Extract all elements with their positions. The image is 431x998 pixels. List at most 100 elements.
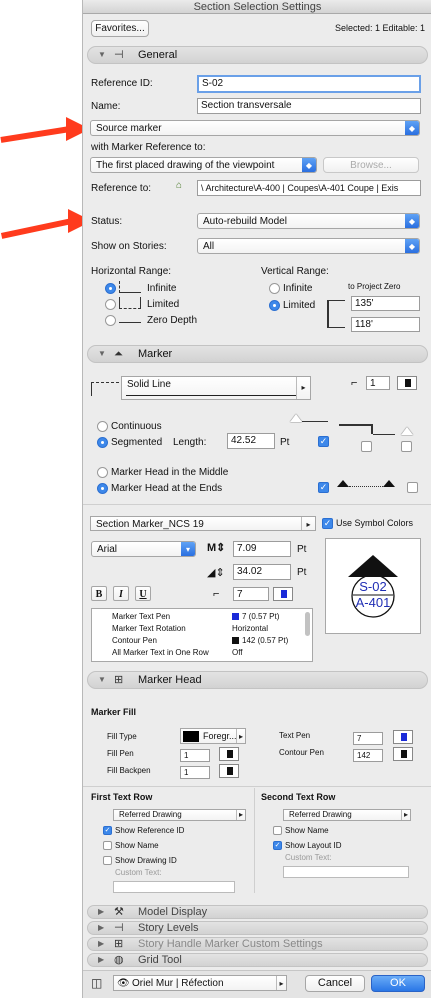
favorites-button[interactable]: Favorites... — [91, 20, 149, 37]
h-limited-radio[interactable] — [105, 299, 116, 310]
head-ends-preview-icon — [337, 480, 397, 488]
segmented-radio[interactable] — [97, 437, 108, 448]
name-input[interactable]: Section transversale — [197, 98, 421, 114]
length-label: Length: — [173, 437, 207, 448]
head-ends-radio[interactable] — [97, 483, 108, 494]
marker-icon: ⏶ — [114, 348, 123, 360]
show-name-2-checkbox[interactable] — [273, 826, 282, 835]
segment-start-checkbox[interactable]: ✓ — [318, 436, 329, 447]
divider — [83, 786, 431, 787]
line-type-select[interactable]: Solid Line ▸ — [121, 376, 311, 400]
text-pen-swatch[interactable] — [273, 587, 293, 601]
chevron-updown-icon: ◆ — [405, 121, 419, 135]
section-grid-tool[interactable]: ▶ ◍ Grid Tool — [87, 953, 428, 967]
reference-id-input[interactable]: S-02 — [197, 75, 421, 93]
head-ends-checkbox[interactable]: ✓ — [318, 482, 329, 493]
section-general[interactable]: ▼ ⊣ General — [87, 46, 428, 64]
fill-backpen-input[interactable]: 1 — [180, 766, 210, 779]
text-pen-label: Text Pen — [279, 731, 311, 740]
cancel-button[interactable]: Cancel — [305, 975, 365, 992]
v-top-input[interactable]: 135' — [351, 296, 420, 311]
show-on-stories-select[interactable]: All ◆ — [197, 238, 420, 254]
v-limited-radio[interactable] — [269, 300, 280, 311]
v-infinite-radio[interactable] — [269, 283, 280, 294]
custom-text-2-input[interactable] — [283, 866, 409, 878]
head-middle-radio[interactable] — [97, 467, 108, 478]
custom-text-1-input[interactable] — [113, 881, 235, 893]
segment-mid-checkbox[interactable] — [361, 441, 372, 452]
text-height-input[interactable]: 7.09 — [233, 541, 291, 557]
expanded-triangle-icon: ▼ — [98, 50, 106, 59]
first-text-row-title: First Text Row — [91, 792, 153, 802]
v-bottom-input[interactable]: 118' — [351, 317, 420, 332]
expanded-triangle-icon: ▼ — [98, 349, 106, 358]
contour-pen-swatch[interactable] — [393, 747, 413, 761]
status-label: Status: — [91, 216, 123, 227]
browse-button[interactable]: Browse... — [323, 157, 419, 173]
marker-props-list[interactable]: Marker Text Pen 7 (0.57 Pt) Marker Text R… — [91, 608, 313, 662]
head-text-pen-swatch[interactable] — [393, 730, 413, 744]
text-pen-input[interactable]: 7 — [233, 587, 269, 601]
symbol-select[interactable]: Section Marker_NCS 19 ▸ — [90, 516, 316, 531]
use-symbol-colors-checkbox[interactable]: ✓ — [322, 518, 333, 529]
layer-select[interactable]: 👁 Oriel Mur | Réfection ▸ — [113, 975, 287, 991]
chevron-updown-icon: ◆ — [302, 158, 316, 172]
segment-end-line-icon — [373, 434, 395, 435]
marker-size-input[interactable]: 34.02 — [233, 564, 291, 580]
chevron-right-icon: ▸ — [296, 377, 310, 399]
show-name-2-label: Show Name — [285, 826, 329, 835]
marker-fill-title: Marker Fill — [91, 707, 137, 717]
head-text-pen-input[interactable]: 7 — [353, 732, 383, 745]
length-input[interactable]: 42.52 — [227, 433, 275, 449]
section-story-handle[interactable]: ▶ ⊞ Story Handle Marker Custom Settings — [87, 937, 428, 951]
status-select[interactable]: Auto-rebuild Model ◆ — [197, 213, 420, 229]
chevron-right-icon: ▸ — [236, 729, 245, 743]
segment-end-triangle-icon — [401, 427, 413, 435]
show-name-1-checkbox[interactable] — [103, 841, 112, 850]
second-text-row-select[interactable]: Referred Drawing ▸ — [283, 809, 411, 821]
continuous-label: Continuous — [111, 421, 162, 432]
section-story-levels[interactable]: ▶ ⊣ Story Levels — [87, 921, 428, 935]
list-scrollbar[interactable] — [305, 612, 310, 636]
marker-reference-select[interactable]: The first placed drawing of the viewpoin… — [90, 157, 317, 173]
h-zero-depth-radio[interactable] — [105, 315, 116, 326]
fill-type-select[interactable]: Foregr... ▸ — [180, 728, 246, 744]
show-drawing-id-checkbox[interactable] — [103, 856, 112, 865]
section-tool-icon: ⊣ — [114, 49, 124, 61]
first-text-row-select[interactable]: Referred Drawing ▸ — [113, 809, 246, 821]
preview-bottom-text: A-401 — [355, 595, 391, 610]
section-model-display[interactable]: ▶ ⚒ Model Display — [87, 905, 428, 919]
section-marker[interactable]: ▼ ⏶ Marker — [87, 345, 428, 363]
segment-end-checkbox[interactable] — [401, 441, 412, 452]
v-infinite-label: Infinite — [283, 283, 313, 294]
horizontal-range-label: Horizontal Range: — [91, 266, 172, 277]
line-pen-swatch[interactable] — [397, 376, 417, 390]
head-ends-right-checkbox[interactable] — [407, 482, 418, 493]
vertical-divider — [254, 788, 255, 893]
bold-button[interactable]: B — [91, 586, 107, 601]
story-levels-icon: ⊣ — [114, 922, 124, 934]
font-select[interactable]: Arial ▾ — [91, 541, 196, 557]
chevron-right-icon: ▸ — [401, 810, 410, 820]
show-layout-id-checkbox[interactable]: ✓ — [273, 841, 282, 850]
source-marker-select[interactable]: Source marker ◆ — [90, 120, 420, 136]
segment-step-icon — [339, 424, 373, 434]
underline-button[interactable]: U — [135, 586, 151, 601]
italic-button[interactable]: I — [113, 586, 129, 601]
line-pen-input[interactable]: 1 — [366, 376, 390, 390]
head-ends-label: Marker Head at the Ends — [111, 483, 223, 494]
text-height-icon: M⇕ — [207, 542, 226, 554]
expanded-triangle-icon: ▼ — [98, 675, 106, 684]
contour-pen-input[interactable]: 142 — [353, 749, 383, 762]
section-marker-head[interactable]: ▼ ⊞ Marker Head — [87, 671, 428, 689]
fill-pen-swatch[interactable] — [219, 747, 239, 761]
vertical-range-label: Vertical Range: — [261, 266, 329, 277]
h-infinite-label: Infinite — [147, 283, 177, 294]
continuous-radio[interactable] — [97, 421, 108, 432]
show-reference-id-checkbox[interactable]: ✓ — [103, 826, 112, 835]
fill-backpen-swatch[interactable] — [219, 764, 239, 778]
fill-pen-input[interactable]: 1 — [180, 749, 210, 762]
solid-line-sample — [126, 395, 296, 396]
ok-button[interactable]: OK — [371, 975, 425, 992]
h-infinite-radio[interactable] — [105, 283, 116, 294]
